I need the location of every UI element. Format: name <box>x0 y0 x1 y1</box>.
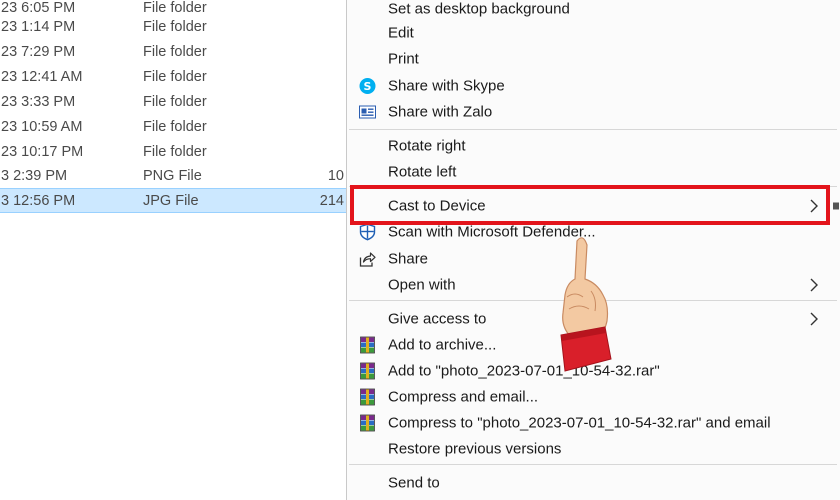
truncated-edge-icon <box>833 202 839 210</box>
menu-item-label: Add to archive... <box>388 336 497 354</box>
menu-item-label: Rotate right <box>388 137 466 155</box>
menu-item-cast-to-device[interactable]: Cast to Device <box>347 193 840 219</box>
menu-item-compress-to-rar-and-email[interactable]: Compress to "photo_2023-07-01_10-54-32.r… <box>347 410 840 436</box>
svg-text:S: S <box>364 80 372 93</box>
file-date: 23 7:29 PM <box>1 43 76 60</box>
menu-item-print[interactable]: Print <box>347 46 840 72</box>
menu-item-label: Share with Skype <box>388 77 505 95</box>
menu-item-send-to[interactable]: Send to <box>347 470 840 496</box>
file-date: 23 12:41 AM <box>1 68 83 85</box>
menu-separator <box>349 186 837 187</box>
menu-item-rotate-left[interactable]: Rotate left <box>347 159 840 185</box>
file-row-selected[interactable]: 3 12:56 PM JPG File 214 <box>0 188 346 213</box>
zalo-icon <box>359 105 376 119</box>
winrar-icon <box>360 388 375 406</box>
menu-item-share-with-skype[interactable]: S Share with Skype <box>347 73 840 99</box>
file-type: File folder <box>143 93 207 110</box>
menu-item-label: Cast to Device <box>388 197 486 215</box>
file-type: File folder <box>143 68 207 85</box>
menu-item-label: Edit <box>388 24 414 42</box>
file-type: File folder <box>143 18 207 35</box>
file-date: 23 10:59 AM <box>1 118 83 135</box>
file-row[interactable]: 23 10:59 AM File folder <box>0 114 346 139</box>
file-date: 23 3:33 PM <box>1 93 76 110</box>
file-date: 3 12:56 PM <box>1 192 76 209</box>
file-type: PNG File <box>143 167 202 184</box>
menu-separator <box>349 129 837 130</box>
menu-item-set-desktop-background[interactable]: Set as desktop background <box>347 0 840 22</box>
file-date: 23 1:14 PM <box>1 18 76 35</box>
file-row[interactable]: 23 3:33 PM File folder <box>0 89 346 114</box>
file-size: 214 <box>319 192 344 209</box>
skype-icon: S <box>359 78 376 94</box>
file-row[interactable]: 23 12:41 AM File folder <box>0 64 346 89</box>
pointing-hand-icon <box>560 237 612 372</box>
menu-item-label: Share with Zalo <box>388 103 493 121</box>
share-icon <box>359 252 376 267</box>
menu-item-label: Rotate left <box>388 163 457 181</box>
menu-item-restore-previous-versions[interactable]: Restore previous versions <box>347 436 840 462</box>
menu-item-rotate-right[interactable]: Rotate right <box>347 133 840 159</box>
file-row[interactable]: 23 10:17 PM File folder <box>0 139 346 164</box>
file-type: File folder <box>143 118 207 135</box>
menu-item-label: Send to <box>388 474 440 492</box>
winrar-icon <box>360 362 375 380</box>
menu-item-label: Restore previous versions <box>388 440 562 458</box>
file-row[interactable]: 23 7:29 PM File folder <box>0 39 346 64</box>
menu-item-label: Set as desktop background <box>388 0 570 18</box>
menu-item-share-with-zalo[interactable]: Share with Zalo <box>347 99 840 125</box>
menu-item-label: Share <box>388 250 429 268</box>
chevron-right-icon <box>810 199 818 213</box>
menu-separator <box>349 464 837 465</box>
menu-item-compress-and-email[interactable]: Compress and email... <box>347 384 840 410</box>
winrar-icon <box>360 336 375 354</box>
defender-shield-icon <box>359 223 376 241</box>
menu-item-label: Print <box>388 50 419 68</box>
file-date: 23 10:17 PM <box>1 143 84 160</box>
menu-item-label: Compress to "photo_2023-07-01_10-54-32.r… <box>388 414 771 432</box>
file-type: JPG File <box>143 192 199 209</box>
file-date: 3 2:39 PM <box>1 167 68 184</box>
file-row[interactable]: 3 2:39 PM PNG File 10 <box>0 163 346 188</box>
file-size: 10 <box>327 167 344 184</box>
menu-item-label: Give access to <box>388 310 487 328</box>
winrar-icon <box>360 414 375 432</box>
file-type: File folder <box>143 43 207 60</box>
file-list: 23 6:05 PM File folder 23 1:14 PM File f… <box>0 0 346 500</box>
menu-item-label: Compress and email... <box>388 388 539 406</box>
file-row[interactable]: 23 1:14 PM File folder <box>0 14 346 39</box>
file-type: File folder <box>143 143 207 160</box>
menu-item-edit[interactable]: Edit <box>347 20 840 46</box>
chevron-right-icon <box>810 278 818 292</box>
chevron-right-icon <box>810 312 818 326</box>
menu-item-label: Open with <box>388 276 456 294</box>
